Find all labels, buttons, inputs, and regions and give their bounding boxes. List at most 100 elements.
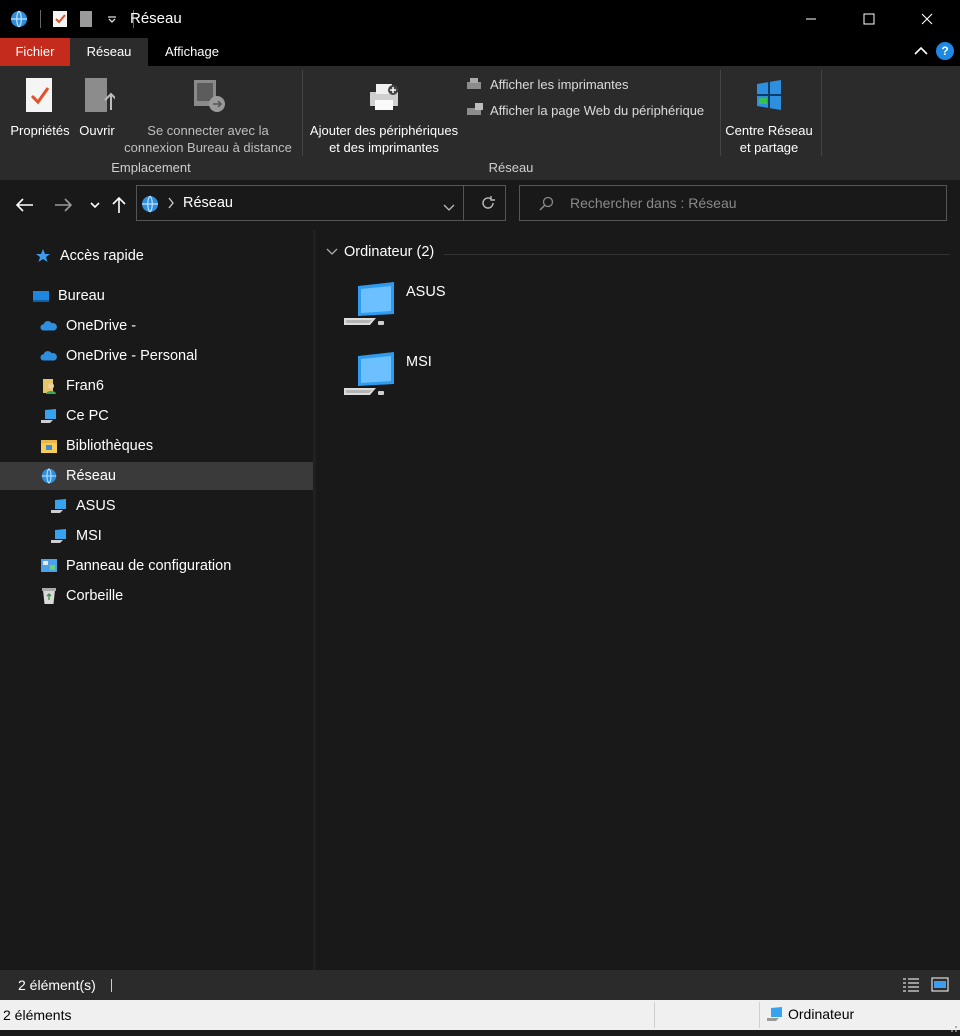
- search-placeholder: Rechercher dans : Réseau: [570, 195, 737, 211]
- properties-large-icon: [26, 78, 52, 112]
- sidebar-item-network[interactable]: Réseau: [0, 462, 351, 490]
- device-web-icon: [467, 103, 483, 115]
- properties-button[interactable]: Propriétés: [6, 76, 74, 139]
- sidebar-item-label: OneDrive - Personal: [66, 348, 198, 364]
- sidebar-item-user[interactable]: Fran6: [0, 372, 351, 400]
- breadcrumb-chevron-icon[interactable]: [167, 196, 175, 212]
- network-globe-icon: [40, 467, 58, 485]
- customize-dropdown-icon[interactable]: [101, 8, 123, 30]
- sidebar-item-msi[interactable]: MSI: [0, 522, 361, 550]
- ribbon-tabs: Fichier Réseau Affichage ?: [0, 38, 960, 66]
- network-globe-icon: [140, 194, 160, 217]
- show-printers-label: Afficher les imprimantes: [490, 76, 629, 92]
- network-center-label-2: et partage: [739, 140, 799, 155]
- remote-desktop-button[interactable]: Se connecter avec la connexion Bureau à …: [122, 76, 294, 156]
- sidebar-item-label: Accès rapide: [60, 248, 144, 264]
- computer-icon: [344, 352, 394, 395]
- recent-locations-button[interactable]: [84, 194, 106, 216]
- status-divider: [111, 979, 112, 992]
- address-bar[interactable]: Réseau: [136, 185, 506, 221]
- sidebar-item-control-panel[interactable]: Panneau de configuration: [0, 552, 351, 580]
- sidebar-item-label: Réseau: [66, 468, 116, 484]
- group-header-computers[interactable]: Ordinateur (2): [326, 244, 434, 260]
- network-center-button[interactable]: Centre Réseau et partage: [722, 76, 816, 156]
- group-label-network: Réseau: [488, 160, 534, 175]
- computer-icon: [344, 282, 394, 325]
- details-view-icon[interactable]: [902, 977, 920, 996]
- sidebar-item-onedrive[interactable]: OneDrive -: [0, 312, 351, 340]
- computer-icon: [50, 497, 68, 515]
- show-device-web-button[interactable]: Afficher la page Web du périphérique: [466, 102, 704, 118]
- resize-grip-icon[interactable]: [948, 1020, 958, 1036]
- group-header-divider: [444, 254, 950, 255]
- ribbon: Propriétés Ouvrir Se connecter avec la c…: [0, 66, 960, 181]
- list-item[interactable]: MSI: [342, 350, 522, 410]
- new-folder-icon[interactable]: [75, 8, 97, 30]
- sidebar-item-desktop[interactable]: Bureau: [0, 282, 343, 310]
- open-button[interactable]: Ouvrir: [74, 76, 120, 139]
- computer-icon: [767, 1007, 782, 1021]
- tab-file[interactable]: Fichier: [0, 38, 70, 66]
- remote-desktop-label-1: Se connecter avec la: [147, 123, 269, 138]
- sidebar-item-quick-access[interactable]: Accès rapide: [0, 242, 345, 270]
- remote-desktop-label-2: connexion Bureau à distance: [124, 140, 292, 155]
- address-dropdown-icon[interactable]: [443, 199, 455, 215]
- minimize-button[interactable]: [782, 0, 840, 38]
- network-globe-icon[interactable]: [8, 8, 30, 30]
- tab-view[interactable]: Affichage: [148, 38, 236, 66]
- back-button[interactable]: [14, 194, 36, 216]
- search-icon: [538, 196, 554, 215]
- properties-icon[interactable]: [49, 8, 71, 30]
- open-label: Ouvrir: [79, 123, 115, 138]
- user-folder-icon: [40, 377, 58, 395]
- sidebar-item-recycle-bin[interactable]: Corbeille: [0, 582, 351, 610]
- search-box[interactable]: Rechercher dans : Réseau: [519, 185, 947, 221]
- navigation-pane: Accès rapide Bureau OneDrive - OneDrive …: [0, 230, 351, 970]
- refresh-icon[interactable]: [480, 195, 496, 214]
- control-panel-icon: [40, 557, 58, 575]
- recycle-bin-icon: [40, 587, 58, 605]
- cloud-icon: [40, 317, 58, 335]
- tab-network[interactable]: Réseau: [70, 38, 148, 66]
- breadcrumb-network[interactable]: Réseau: [183, 195, 233, 211]
- sidebar-item-asus[interactable]: ASUS: [0, 492, 361, 520]
- up-button[interactable]: [108, 194, 130, 216]
- sidebar-item-libraries[interactable]: Bibliothèques: [0, 432, 351, 460]
- item-count: 2 élément(s): [18, 977, 96, 993]
- add-devices-button[interactable]: Ajouter des périphériques et des imprima…: [304, 76, 464, 156]
- cloud-icon: [40, 347, 58, 365]
- properties-label: Propriétés: [10, 123, 70, 138]
- ribbon-group-divider: [720, 70, 721, 156]
- status-bar: 2 élément(s): [0, 970, 960, 1000]
- forward-button[interactable]: [52, 194, 74, 216]
- content-pane: Ordinateur (2) ASUS MSI: [316, 230, 960, 970]
- computer-icon: [40, 407, 58, 425]
- status-divider: [654, 1002, 655, 1028]
- sidebar-item-label: ASUS: [76, 498, 116, 514]
- show-printers-button[interactable]: Afficher les imprimantes: [466, 76, 628, 92]
- show-device-web-label: Afficher la page Web du périphérique: [490, 102, 705, 118]
- ribbon-group-divider: [821, 70, 822, 156]
- desktop-icon: [32, 287, 50, 305]
- maximize-button[interactable]: [840, 0, 898, 38]
- sidebar-item-onedrive-personal[interactable]: OneDrive - Personal: [0, 342, 351, 370]
- sidebar-item-label: Ce PC: [66, 408, 109, 424]
- zone-label: Ordinateur: [788, 1006, 855, 1022]
- collapse-ribbon-icon[interactable]: [914, 43, 928, 59]
- add-devices-label-2: et des imprimantes: [329, 140, 439, 155]
- ribbon-group-divider: [302, 70, 303, 156]
- sidebar-item-label: MSI: [76, 528, 102, 544]
- help-icon[interactable]: ?: [936, 42, 954, 60]
- status-divider: [759, 1002, 760, 1028]
- network-sharing-center-icon: [757, 80, 781, 110]
- sidebar-item-label: Corbeille: [66, 588, 124, 604]
- sidebar-item-label: Fran6: [66, 378, 104, 394]
- close-button[interactable]: [898, 0, 956, 38]
- zone-indicator: Ordinateur: [766, 1006, 854, 1022]
- large-icons-view-icon[interactable]: [931, 977, 949, 996]
- ribbon-controls: ?: [914, 42, 954, 60]
- sidebar-item-this-pc[interactable]: Ce PC: [0, 402, 351, 430]
- star-icon: [34, 247, 52, 265]
- printer-add-icon: [370, 84, 398, 110]
- list-item[interactable]: ASUS: [342, 280, 522, 340]
